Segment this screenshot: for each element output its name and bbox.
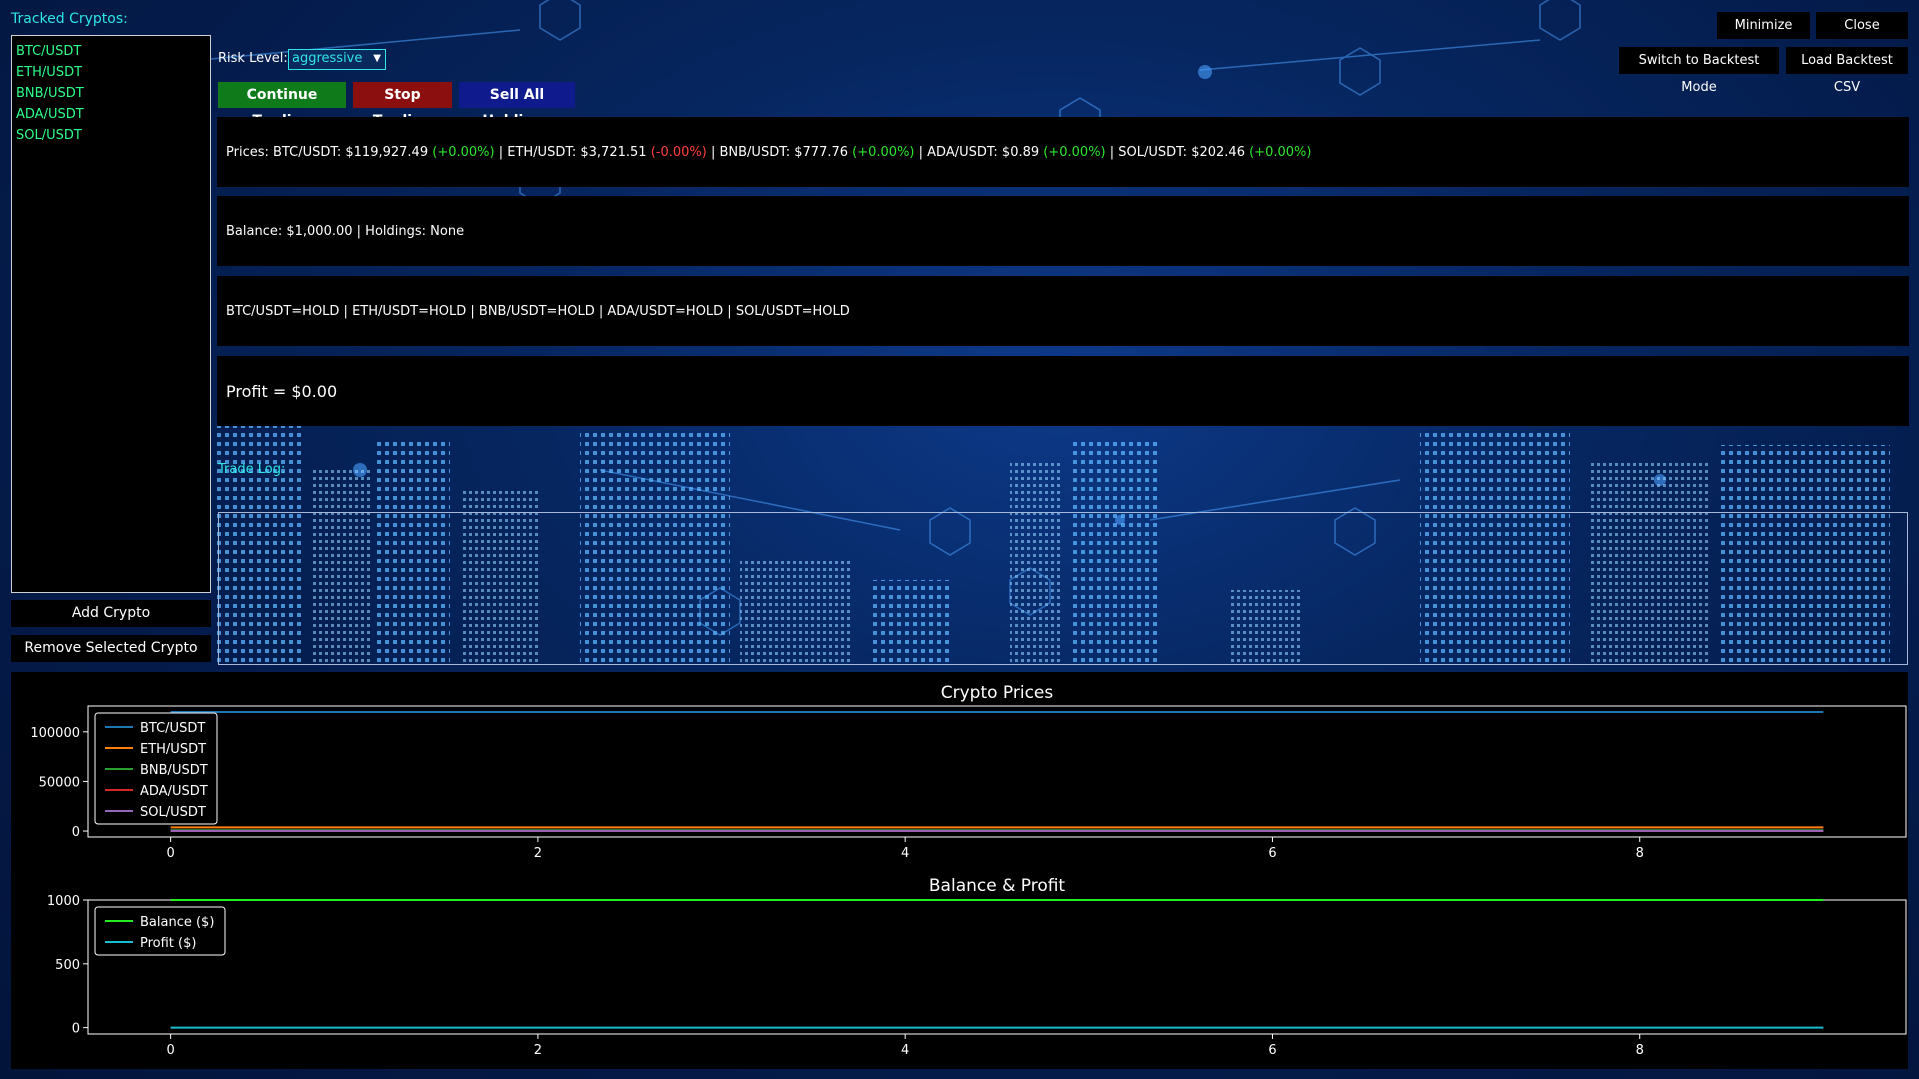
legend-label: ETH/USDT bbox=[140, 742, 206, 757]
risk-level-select[interactable]: aggressive ▼ bbox=[288, 49, 386, 70]
y-tick-label: 0 bbox=[72, 1022, 80, 1037]
chart-title: Crypto Prices bbox=[941, 683, 1054, 703]
x-tick-label: 4 bbox=[901, 1043, 909, 1058]
profit-panel: Profit = $0.00 bbox=[217, 356, 1909, 426]
price-bnb-pair: BNB/USDT: bbox=[719, 144, 791, 160]
charts-area: Crypto Prices 0 2 4 6 8 0 50000 100000 BTC/USDT ET… bbox=[11, 672, 1908, 1069]
sell-all-holdings-button[interactable]: Sell All Holdings bbox=[459, 82, 575, 129]
trade-log-textbox[interactable] bbox=[218, 512, 1908, 665]
x-tick-label: 2 bbox=[534, 846, 542, 861]
legend-label: SOL/USDT bbox=[140, 805, 206, 820]
y-tick-label: 50000 bbox=[39, 775, 80, 790]
tracked-cryptos-label: Tracked Cryptos: bbox=[11, 11, 128, 27]
minimize-button[interactable]: Minimize bbox=[1717, 12, 1810, 39]
chart-title: Balance & Profit bbox=[929, 876, 1066, 896]
price-sol-pair: SOL/USDT: bbox=[1118, 144, 1188, 160]
risk-level-value: aggressive bbox=[292, 51, 363, 66]
list-item-eth[interactable]: ETH/USDT bbox=[12, 62, 210, 83]
price-sol-value: $202.46 bbox=[1191, 144, 1245, 160]
signals-text: BTC/USDT=HOLD | ETH/USDT=HOLD | BNB/USDT… bbox=[226, 303, 850, 319]
charts-canvas: Crypto Prices0 2 4 6 8050000100000 BTC/USDTET… bbox=[30, 683, 1907, 1058]
crypto-listbox[interactable]: BTC/USDT ETH/USDT BNB/USDT ADA/USDT SOL/… bbox=[11, 35, 211, 593]
continue-trading-button[interactable]: Continue Trading bbox=[218, 82, 346, 129]
x-tick-label: 4 bbox=[901, 846, 909, 861]
price-btc-pair: BTC/USDT: bbox=[273, 144, 342, 160]
prices-prefix: Prices: bbox=[226, 144, 269, 160]
legend-label: Balance ($) bbox=[140, 915, 214, 930]
price-bnb-change: (+0.00%) bbox=[852, 144, 915, 160]
y-tick-label: 100000 bbox=[30, 726, 80, 741]
trade-log-label: Trade Log: bbox=[218, 462, 286, 477]
price-ada-pair: ADA/USDT: bbox=[927, 144, 998, 160]
x-tick-label: 6 bbox=[1268, 1043, 1276, 1058]
y-tick-label: 1000 bbox=[47, 894, 80, 909]
legend-label: Profit ($) bbox=[140, 936, 196, 951]
list-item-bnb[interactable]: BNB/USDT bbox=[12, 83, 210, 104]
x-tick-label: 8 bbox=[1636, 1043, 1644, 1058]
x-tick-label: 2 bbox=[534, 1043, 542, 1058]
plot-frame bbox=[87, 899, 1907, 1035]
x-tick-label: 0 bbox=[166, 846, 174, 861]
add-crypto-button[interactable]: Add Crypto bbox=[11, 600, 211, 627]
remove-crypto-button[interactable]: Remove Selected Crypto bbox=[11, 635, 211, 662]
price-eth-value: $3,721.51 bbox=[580, 144, 647, 160]
price-eth-pair: ETH/USDT: bbox=[507, 144, 577, 160]
profit-text: Profit = $0.00 bbox=[226, 381, 338, 401]
price-bnb-value: $777.76 bbox=[794, 144, 849, 160]
price-btc-value: $119,927.49 bbox=[345, 144, 429, 160]
balance-text: Balance: $1,000.00 | Holdings: None bbox=[226, 223, 465, 239]
price-ada-value: $0.89 bbox=[1001, 144, 1040, 160]
price-sol-change: (+0.00%) bbox=[1249, 144, 1312, 160]
plot-frame bbox=[87, 705, 1907, 838]
close-button[interactable]: Close bbox=[1816, 12, 1908, 39]
signals-panel: BTC/USDT=HOLD | ETH/USDT=HOLD | BNB/USDT… bbox=[217, 276, 1909, 346]
stop-trading-button[interactable]: Stop Trading bbox=[353, 82, 452, 129]
chevron-down-icon: ▼ bbox=[373, 53, 381, 64]
balance-panel: Balance: $1,000.00 | Holdings: None bbox=[217, 196, 1909, 266]
legend-label: BTC/USDT bbox=[140, 721, 205, 736]
list-item-ada[interactable]: ADA/USDT bbox=[12, 104, 210, 125]
price-ada-change: (+0.00%) bbox=[1043, 144, 1106, 160]
prices-panel: Prices: BTC/USDT: $119,927.49 (+0.00%) |… bbox=[217, 117, 1909, 187]
x-tick-label: 8 bbox=[1636, 846, 1644, 861]
list-item-sol[interactable]: SOL/USDT bbox=[12, 125, 210, 146]
risk-level-label: Risk Level: bbox=[218, 51, 288, 66]
legend-label: ADA/USDT bbox=[140, 784, 208, 799]
legend-label: BNB/USDT bbox=[140, 763, 208, 778]
price-eth-change: (-0.00%) bbox=[650, 144, 707, 160]
switch-backtest-button[interactable]: Switch to Backtest Mode bbox=[1619, 47, 1779, 95]
x-tick-label: 6 bbox=[1268, 846, 1276, 861]
y-tick-label: 500 bbox=[55, 958, 80, 973]
y-tick-label: 0 bbox=[72, 825, 80, 840]
x-tick-label: 0 bbox=[166, 1043, 174, 1058]
price-btc-change: (+0.00%) bbox=[432, 144, 495, 160]
load-backtest-csv-button[interactable]: Load Backtest CSV bbox=[1786, 47, 1908, 95]
list-item-btc[interactable]: BTC/USDT bbox=[12, 41, 210, 62]
